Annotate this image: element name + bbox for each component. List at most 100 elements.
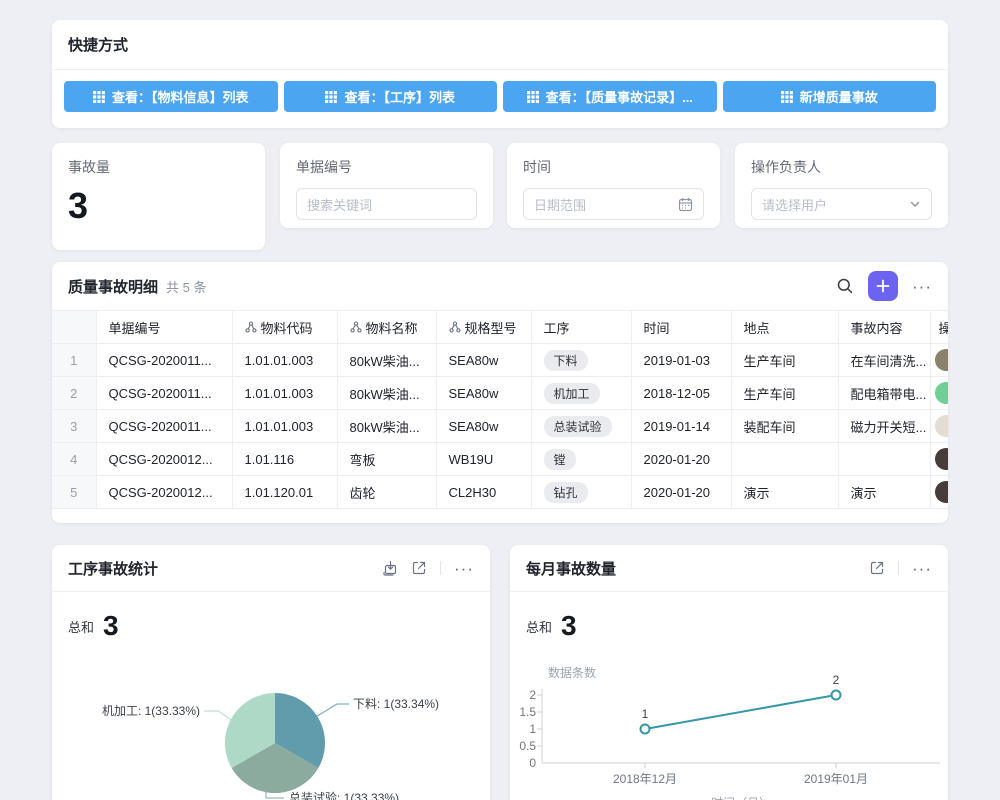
monthly-line-chart: 数据条数 2 1.5 1 0.5 0 1 2 2018年12月 2019年01月… [510, 657, 948, 800]
relation-icon [449, 321, 461, 333]
shortcut-button-label: 查看：【物料信息】列表 [112, 87, 249, 106]
process-tag: 镗 [544, 449, 576, 470]
cell-mat-code: 1.01.01.003 [232, 410, 337, 443]
shortcut-view-material-list-button[interactable]: 查看：【物料信息】列表 [64, 81, 278, 112]
cell-place: 生产车间 [731, 344, 838, 377]
table-row[interactable]: 1 QCSG-2020011... 1.01.01.003 80kW柴油... … [52, 344, 948, 377]
cell-time: 2020-01-20 [631, 476, 731, 509]
cell-place: 生产车间 [731, 377, 838, 410]
sum-label: 总和 [68, 617, 94, 640]
col-operator: 操作负责人 [930, 311, 948, 344]
row-number-header [52, 311, 96, 344]
doc-number-placeholder: 搜索关键词 [307, 195, 372, 214]
table-row[interactable]: 2 QCSG-2020011... 1.01.01.003 80kW柴油... … [52, 377, 948, 410]
process-tag: 总装试验 [544, 416, 612, 437]
pie-label-xialiao: 下料: 1(33.34%) [353, 697, 439, 711]
doc-number-filter-card: 单据编号 搜索关键词 [280, 143, 493, 228]
avatar [935, 415, 949, 437]
cell-process: 钻孔 [531, 476, 631, 509]
cell-mat-name: 齿轮 [337, 476, 436, 509]
incident-count-value: 3 [68, 188, 249, 224]
data-point[interactable] [832, 691, 841, 700]
divider [440, 561, 441, 575]
cell-mat-name: 80kW柴油... [337, 410, 436, 443]
y-tick-label: 0.5 [519, 739, 536, 753]
cell-process: 镗 [531, 443, 631, 476]
shortcut-button-label: 新增质量事故 [800, 87, 878, 106]
shortcut-view-process-list-button[interactable]: 查看：【工序】列表 [284, 81, 498, 112]
incident-table: 单据编号 物料代码 物料名称 规格型号 工序 时间 地点 事故内容 操作负责人 … [52, 310, 948, 509]
cell-place [731, 443, 838, 476]
shortcut-view-incident-records-button[interactable]: 查看：【质量事故记录】... [503, 81, 717, 112]
data-label: 2 [833, 673, 840, 687]
incident-detail-card: 质量事故明细 共 5 条 ··· 单据编号 物料代码 [52, 262, 948, 523]
date-range-input[interactable]: 日期范围 [523, 188, 704, 220]
table-header-row: 单据编号 物料代码 物料名称 规格型号 工序 时间 地点 事故内容 操作负责人 [52, 311, 948, 344]
process-sum: 总和 3 [52, 592, 490, 640]
cell-spec: SEA80w [436, 344, 531, 377]
cell-content [838, 443, 930, 476]
cell-time: 2019-01-03 [631, 344, 731, 377]
y-tick-label: 2 [529, 688, 536, 702]
cell-operator [930, 443, 948, 476]
cell-spec: SEA80w [436, 377, 531, 410]
incident-count-card: 事故量 3 [52, 143, 265, 250]
monthly-count-more-icon[interactable]: ··· [912, 560, 932, 577]
table-row[interactable]: 5 QCSG-2020012... 1.01.120.01 齿轮 CL2H30 … [52, 476, 948, 509]
calendar-icon [678, 197, 693, 212]
grid-icon [325, 91, 337, 103]
cell-mat-code: 1.01.01.003 [232, 344, 337, 377]
col-doc-no: 单据编号 [96, 311, 232, 344]
table-more-menu-icon[interactable]: ··· [912, 278, 932, 295]
process-stats-more-icon[interactable]: ··· [454, 560, 474, 577]
cell-mat-name: 80kW柴油... [337, 377, 436, 410]
process-stats-header: 工序事故统计 ··· [52, 545, 490, 592]
pie-leader-xialiao [314, 704, 349, 718]
grid-icon [527, 91, 539, 103]
col-place: 地点 [731, 311, 838, 344]
avatar [935, 382, 949, 404]
cell-doc-no: QCSG-2020012... [96, 443, 232, 476]
avatar [935, 481, 949, 503]
y-tick-label: 1 [529, 722, 536, 736]
table-row[interactable]: 4 QCSG-2020012... 1.01.116 弯板 WB19U 镗 20… [52, 443, 948, 476]
x-tick-label: 2018年12月 [613, 772, 677, 786]
cell-content: 配电箱带电... [838, 377, 930, 410]
y-tick-label: 0 [529, 756, 536, 770]
pie-leader-jijiagong [204, 711, 233, 721]
operator-select[interactable]: 请选择用户 [751, 188, 932, 220]
relation-icon [245, 321, 257, 333]
cell-operator [930, 344, 948, 377]
grid-icon [93, 91, 105, 103]
external-link-icon[interactable] [411, 560, 427, 576]
col-mat-name: 物料名称 [337, 311, 436, 344]
cell-mat-code: 1.01.120.01 [232, 476, 337, 509]
add-record-button[interactable] [868, 271, 898, 301]
avatar [935, 448, 949, 470]
doc-number-search-input[interactable]: 搜索关键词 [296, 188, 477, 220]
cell-operator [930, 476, 948, 509]
y-tick-label: 1.5 [519, 705, 536, 719]
process-pie-chart: 机加工: 1(33.33%) 下料: 1(33.34%) 总装试验: 1(33.… [52, 657, 490, 800]
monthly-sum: 总和 3 [510, 592, 948, 640]
table-row[interactable]: 3 QCSG-2020011... 1.01.01.003 80kW柴油... … [52, 410, 948, 443]
avatar [935, 349, 949, 371]
data-point[interactable] [641, 725, 650, 734]
shortcut-button-label: 查看：【工序】列表 [344, 87, 455, 106]
incident-count-label: 事故量 [68, 157, 249, 177]
search-icon[interactable] [836, 277, 854, 295]
operator-select-placeholder: 请选择用户 [762, 195, 827, 214]
y-axis-title: 数据条数 [548, 665, 596, 680]
time-filter-label: 时间 [523, 157, 704, 177]
cell-mat-name: 80kW柴油... [337, 344, 436, 377]
col-mat-code: 物料代码 [232, 311, 337, 344]
external-link-icon[interactable] [869, 560, 885, 576]
shortcut-new-incident-button[interactable]: 新增质量事故 [723, 81, 937, 112]
monthly-count-title: 每月事故数量 [526, 558, 616, 579]
export-download-icon[interactable] [382, 560, 398, 576]
operator-filter-label: 操作负责人 [751, 157, 932, 177]
pie-label-jijiagong: 机加工: 1(33.33%) [102, 704, 200, 718]
date-range-placeholder: 日期范围 [534, 195, 586, 214]
cell-place: 演示 [731, 476, 838, 509]
cell-spec: CL2H30 [436, 476, 531, 509]
